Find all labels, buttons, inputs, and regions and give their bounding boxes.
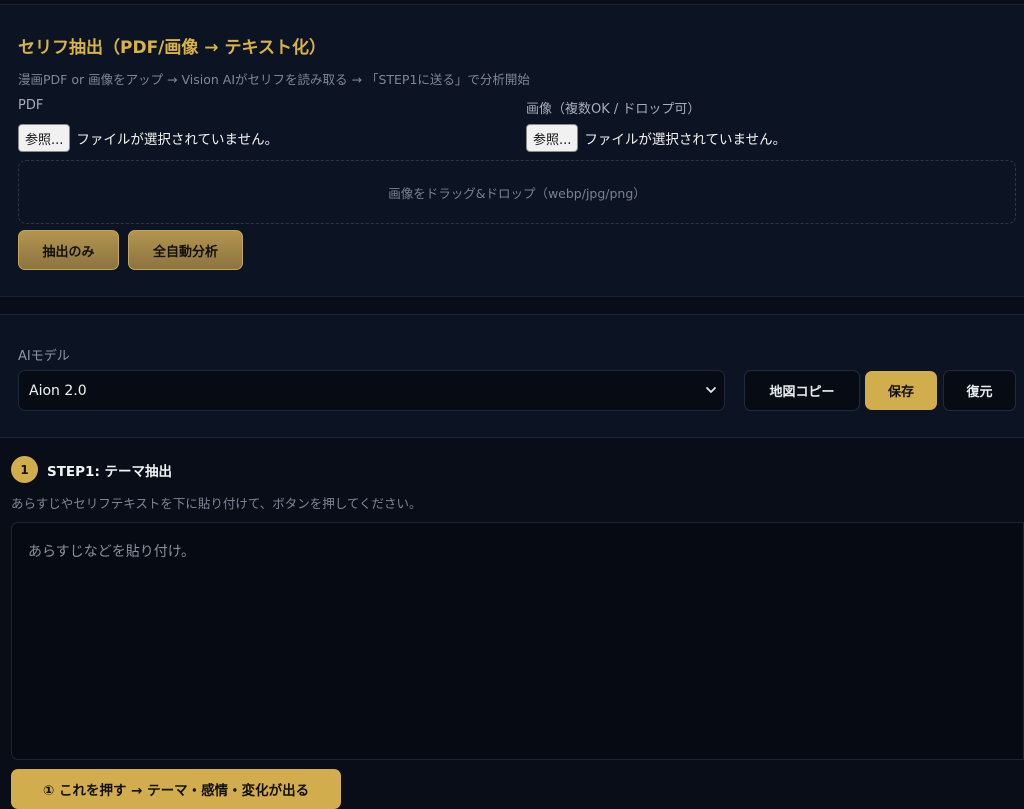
ai-model-select[interactable]: Aion 2.0 bbox=[18, 370, 725, 411]
extract-panel: セリフ抽出（PDF/画像 → テキスト化） 漫画PDF or 画像をアップ → … bbox=[0, 4, 1024, 297]
extract-only-button[interactable]: 抽出のみ bbox=[18, 230, 119, 270]
step1-description: あらすじやセリフテキストを下に貼り付けて、ボタンを押してください。 bbox=[11, 496, 422, 511]
step1-title: STEP1: テーマ抽出 bbox=[47, 464, 173, 480]
synopsis-placeholder: あらすじなどを貼り付け。 bbox=[28, 544, 196, 560]
chevron-down-icon bbox=[706, 387, 716, 393]
extract-description: 漫画PDF or 画像をアップ → Vision AIがセリフを読み取る → 「… bbox=[18, 72, 530, 87]
synopsis-textarea[interactable]: あらすじなどを貼り付け。 bbox=[11, 522, 1024, 760]
extract-title: セリフ抽出（PDF/画像 → テキスト化） bbox=[18, 38, 326, 58]
image-dropzone[interactable]: 画像をドラッグ&ドロップ（webp/jpg/png） bbox=[18, 160, 1016, 224]
dropzone-text: 画像をドラッグ&ドロップ（webp/jpg/png） bbox=[388, 185, 646, 201]
ai-model-selected-value: Aion 2.0 bbox=[29, 382, 87, 399]
save-button[interactable]: 保存 bbox=[865, 371, 937, 410]
run-theme-extraction-button[interactable]: ① これを押す → テーマ・感情・変化が出る bbox=[11, 769, 341, 809]
pdf-file-status: ファイルが選択されていません。 bbox=[76, 132, 279, 148]
model-panel: AIモデル Aion 2.0 地図コピー 保存 復元 bbox=[0, 314, 1024, 438]
ai-model-label: AIモデル bbox=[18, 349, 70, 364]
pdf-browse-button[interactable]: 参照... bbox=[18, 124, 71, 152]
full-auto-analysis-button[interactable]: 全自動分析 bbox=[128, 230, 243, 270]
image-file-status: ファイルが選択されていません。 bbox=[584, 132, 787, 148]
copy-map-button[interactable]: 地図コピー bbox=[744, 370, 860, 411]
pdf-file-input[interactable]: 参照... ファイルが選択されていません。 bbox=[18, 124, 278, 152]
image-browse-button[interactable]: 参照... bbox=[526, 124, 579, 152]
image-label: 画像（複数OK / ドロップ可） bbox=[526, 102, 701, 117]
step-number-badge: 1 bbox=[11, 456, 38, 483]
restore-button[interactable]: 復元 bbox=[943, 370, 1016, 411]
image-file-input[interactable]: 参照... ファイルが選択されていません。 bbox=[526, 124, 786, 152]
pdf-label: PDF bbox=[18, 98, 44, 113]
